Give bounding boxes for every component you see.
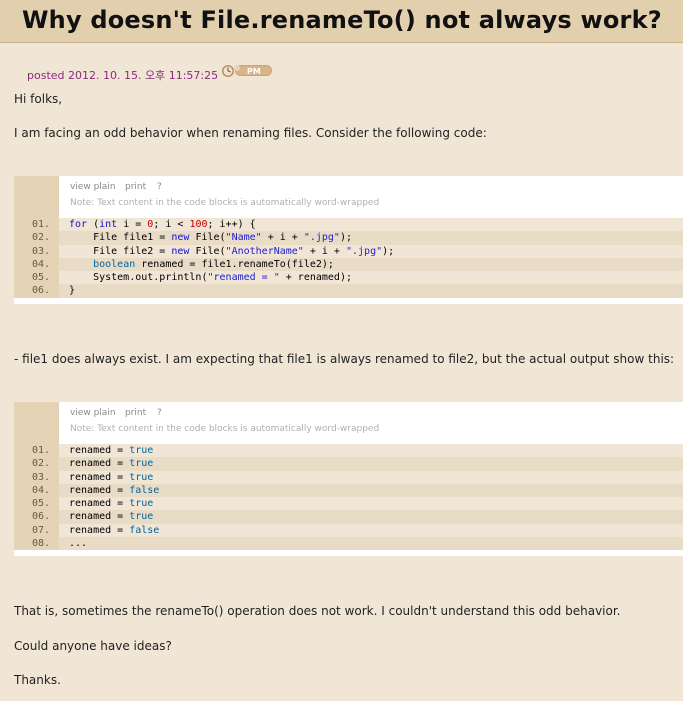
code-text: renamed = true <box>69 458 154 470</box>
line-number: 06. <box>14 284 59 298</box>
code-text: renamed = false <box>69 524 160 536</box>
line-number: 01. <box>14 218 59 232</box>
intro-text: I am facing an odd behavior when renamin… <box>14 126 487 140</box>
line-number: 08. <box>14 537 59 551</box>
question-text: Could anyone have ideas? <box>14 639 172 653</box>
code-text: ... <box>69 538 88 550</box>
pm-badge-label: PM <box>247 67 261 76</box>
code-line: 05. renamed = true <box>14 497 683 511</box>
print-link[interactable]: print <box>125 182 146 192</box>
line-number: 05. <box>14 497 59 511</box>
line-number: 04. <box>14 257 59 272</box>
code-text: renamed = false <box>69 484 160 496</box>
title-bar: Why doesn't File.renameTo() not always w… <box>0 0 683 43</box>
view-plain-link[interactable]: view plain <box>70 408 116 418</box>
code-line: 04. boolean renamed = file1.renameTo(fil… <box>14 257 683 272</box>
middle-text: - file1 does always exist. I am expectin… <box>14 352 675 366</box>
code-line: 05. System.out.println("renamed = " + re… <box>14 271 683 285</box>
code-line: 02. File file1 = new File("Name" + i + "… <box>14 231 683 245</box>
code-text: boolean renamed = file1.renameTo(file2); <box>93 258 334 270</box>
line-number: 01. <box>14 444 59 458</box>
line-number: 05. <box>14 271 59 285</box>
code-gutter-header <box>14 176 59 218</box>
code-line: 06. renamed = true <box>14 510 683 524</box>
code-note: Note: Text content in the code blocks is… <box>70 424 380 434</box>
code-lines: 01. for (int i = 0; i < 100; i++) {02. Fi… <box>14 218 683 298</box>
greeting-text: Hi folks, <box>14 92 63 106</box>
thanks-text: Thanks. <box>14 673 61 687</box>
code-block-java: view plain print ? Note: Text content in… <box>14 176 683 304</box>
code-text: File file1 = new File("Name" + i + ".jpg… <box>69 232 352 244</box>
code-line: 02. renamed = true <box>14 457 683 471</box>
view-plain-link[interactable]: view plain <box>70 182 116 192</box>
code-block-output: view plain print ? Note: Text content in… <box>14 402 683 557</box>
code-line: 03. renamed = true <box>14 470 683 484</box>
code-line: 07. renamed = false <box>14 523 683 538</box>
code-text: renamed = true <box>69 445 154 456</box>
code-text: renamed = true <box>69 511 154 523</box>
code-line: 08.... <box>14 537 683 551</box>
code-text: for (int i = 0; i < 100; i++) { <box>69 219 256 230</box>
code-text: renamed = true <box>69 498 154 510</box>
code-text: System.out.println("renamed = " + rename… <box>69 272 352 284</box>
line-number: 06. <box>14 510 59 524</box>
code-footer <box>14 550 683 557</box>
posted-timestamp: posted 2012. 10. 15. 오후 11:57:25 <box>27 69 219 82</box>
line-number: 03. <box>14 470 59 484</box>
pm-time-badge-icon: PM <box>222 65 272 77</box>
code-line: 01. for (int i = 0; i < 100; i++) { <box>14 218 683 232</box>
help-link[interactable]: ? <box>157 408 162 418</box>
post-title: Why doesn't File.renameTo() not always w… <box>22 6 662 34</box>
code-gutter-header <box>14 402 59 444</box>
line-number: 04. <box>14 483 59 498</box>
code-text: File file2 = new File("AnotherName" + i … <box>69 245 395 257</box>
code-toolbar: view plain print ? Note: Text content in… <box>14 176 683 218</box>
line-number: 02. <box>14 457 59 471</box>
code-lines: 01. renamed = true 02. renamed = true 03. ren… <box>14 444 683 551</box>
code-footer <box>14 297 683 304</box>
outro-text: That is, sometimes the renameTo() operat… <box>14 604 621 618</box>
line-number: 02. <box>14 231 59 245</box>
code-toolbar: view plain print ? Note: Text content in… <box>14 402 683 444</box>
code-line: 06.} <box>14 284 683 298</box>
code-text: renamed = true <box>69 471 154 483</box>
code-note: Note: Text content in the code blocks is… <box>70 198 380 208</box>
line-number: 03. <box>14 244 59 258</box>
help-link[interactable]: ? <box>157 182 162 192</box>
code-line: 01. renamed = true <box>14 444 683 458</box>
code-line: 03. File file2 = new File("AnotherName" … <box>14 244 683 258</box>
line-number: 07. <box>14 523 59 538</box>
code-text: } <box>69 285 76 297</box>
code-line: 04. renamed = false <box>14 483 683 498</box>
print-link[interactable]: print <box>125 408 146 418</box>
